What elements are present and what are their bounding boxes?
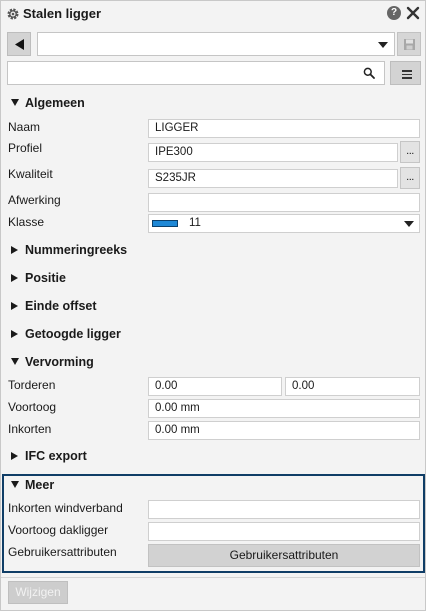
collapsed-arrow-icon	[11, 274, 18, 282]
profiel-browse-button[interactable]: ...	[400, 141, 420, 163]
help-icon[interactable]: ?	[387, 6, 401, 20]
kwaliteit-field[interactable]: S235JR	[148, 169, 398, 188]
search-icon[interactable]	[363, 67, 375, 79]
naam-field[interactable]: LIGGER	[148, 119, 420, 138]
modify-button[interactable]: Wijzigen	[8, 581, 68, 604]
collapsed-arrow-icon	[11, 246, 18, 254]
klasse-value: 11	[189, 217, 201, 229]
menu-button[interactable]	[390, 61, 421, 85]
section-einde-offset[interactable]: Einde offset	[11, 299, 97, 313]
section-meer[interactable]: Meer	[11, 478, 54, 492]
search-input[interactable]	[8, 62, 358, 84]
torderen-field-start[interactable]: 0.00	[148, 377, 282, 396]
inkorten-windverband-label: Inkorten windverband	[8, 501, 123, 515]
section-vervorming[interactable]: Vervorming	[11, 355, 94, 369]
section-getoogde-ligger[interactable]: Getoogde ligger	[11, 327, 121, 341]
close-icon[interactable]	[405, 5, 421, 21]
collapsed-arrow-icon	[11, 452, 18, 460]
window-title: Stalen ligger	[23, 6, 102, 21]
collapsed-arrow-icon	[11, 330, 18, 338]
inkorten-windverband-field[interactable]	[148, 500, 420, 519]
torderen-field-end[interactable]: 0.00	[285, 377, 420, 396]
afwerking-field[interactable]	[148, 193, 420, 212]
chevron-down-icon	[378, 42, 388, 48]
afwerking-label: Afwerking	[8, 193, 61, 207]
profiel-field[interactable]: IPE300	[148, 143, 398, 162]
klasse-label: Klasse	[8, 215, 45, 229]
class-color-swatch	[152, 220, 178, 227]
kwaliteit-label: Kwaliteit	[8, 167, 53, 181]
chevron-down-icon	[404, 221, 414, 227]
voortoog-dakligger-label: Voortoog dakligger	[8, 523, 109, 537]
save-icon	[404, 39, 415, 50]
voortoog-label: Voortoog	[8, 400, 57, 414]
back-button[interactable]	[7, 32, 31, 56]
gebruikersattributen-label: Gebruikersattributen	[8, 545, 117, 559]
inkorten-label: Inkorten	[8, 422, 52, 436]
preset-dropdown[interactable]	[37, 32, 395, 56]
search-field	[7, 61, 385, 85]
gear-icon	[7, 8, 19, 20]
expanded-arrow-icon	[11, 481, 19, 488]
footer-divider	[1, 577, 425, 578]
klasse-dropdown[interactable]: 11	[148, 214, 420, 233]
properties-panel: Stalen ligger ? Algemeen Naam LIGGER Pro…	[0, 0, 426, 611]
expanded-arrow-icon	[11, 358, 19, 365]
voortoog-dakligger-field[interactable]	[148, 522, 420, 541]
section-positie[interactable]: Positie	[11, 271, 66, 285]
torderen-label: Torderen	[8, 378, 56, 392]
expanded-arrow-icon	[11, 99, 19, 106]
back-arrow-icon	[15, 39, 24, 50]
inkorten-field[interactable]: 0.00 mm	[148, 421, 420, 440]
section-algemeen[interactable]: Algemeen	[11, 96, 85, 110]
section-ifc-export[interactable]: IFC export	[11, 449, 87, 463]
gebruikersattributen-button[interactable]: Gebruikersattributen	[148, 544, 420, 567]
kwaliteit-browse-button[interactable]: ...	[400, 167, 420, 189]
title-bar: Stalen ligger ?	[1, 1, 425, 27]
voortoog-field[interactable]: 0.00 mm	[148, 399, 420, 418]
profiel-label: Profiel	[8, 141, 43, 155]
naam-label: Naam	[8, 120, 41, 134]
collapsed-arrow-icon	[11, 302, 18, 310]
section-nummeringreeks[interactable]: Nummeringreeks	[11, 243, 127, 257]
save-button[interactable]	[397, 32, 421, 56]
